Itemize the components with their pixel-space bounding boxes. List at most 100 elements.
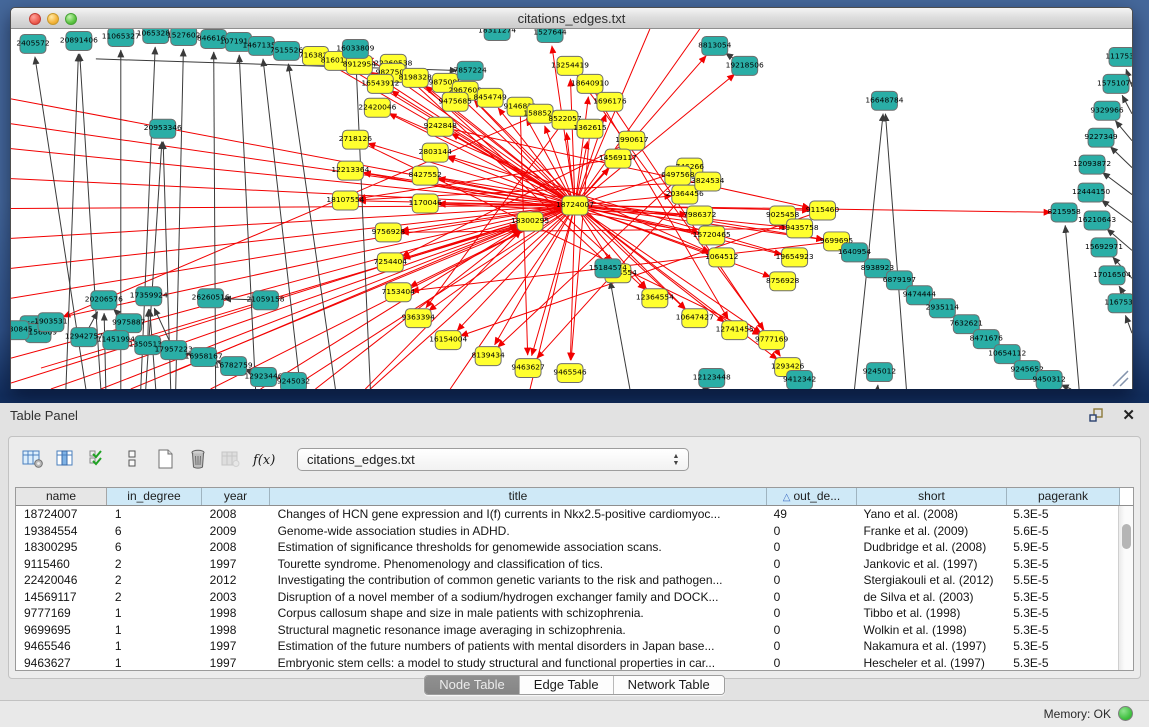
column-header-name[interactable]: name <box>16 488 107 505</box>
scrollbar-thumb[interactable] <box>1122 524 1131 549</box>
graph-node[interactable]: 18311274 <box>478 29 516 40</box>
graph-node[interactable]: 14569117 <box>599 149 637 168</box>
table-cell[interactable]: 49 <box>766 506 856 523</box>
graph-node[interactable]: 1640954 <box>838 243 872 262</box>
table-cell[interactable]: 0 <box>766 572 856 589</box>
graph-node[interactable]: 9245032 <box>277 373 310 389</box>
graph-node[interactable]: 2935114 <box>926 299 960 318</box>
table-cell[interactable]: 0 <box>766 523 856 540</box>
graph-node[interactable]: 9227349 <box>1084 128 1118 147</box>
graph-node[interactable]: 19218506 <box>726 56 764 75</box>
table-cell[interactable]: Genome-wide association studies in ADHD. <box>270 523 766 540</box>
table-cell[interactable]: 0 <box>766 605 856 622</box>
table-cell[interactable]: 2009 <box>202 523 270 540</box>
graph-node[interactable]: 18640910 <box>571 74 609 93</box>
table-cell[interactable]: Estimation of the future numbers of pati… <box>270 638 766 655</box>
table-cell[interactable]: Stergiakouli et al. (2012) <box>855 572 1005 589</box>
graph-node[interactable]: 9756928 <box>372 223 406 242</box>
graph-node[interactable]: 12444150 <box>1072 183 1110 202</box>
table-cell[interactable]: 9463627 <box>16 655 107 672</box>
graph-node[interactable]: 15751074 <box>1097 74 1132 93</box>
graph-node[interactable]: 16210643 <box>1078 211 1116 230</box>
table-row[interactable]: 911546021997Tourette syndrome. Phenomeno… <box>16 556 1118 573</box>
graph-node[interactable]: 9450312 <box>1033 371 1066 389</box>
resize-grip-icon[interactable] <box>1113 371 1128 386</box>
column-header-in_degree[interactable]: in_degree <box>107 488 202 505</box>
table-cell[interactable]: 5.3E-5 <box>1005 638 1118 655</box>
column-header-pagerank[interactable]: pagerank <box>1007 488 1120 505</box>
table-row[interactable]: 969969511998Structural magnetic resonanc… <box>16 622 1118 639</box>
table-cell[interactable]: 2 <box>107 572 202 589</box>
table-row[interactable]: 977716911998Corpus callosum shape and si… <box>16 605 1118 622</box>
graph-node[interactable]: 17016504 <box>1093 266 1131 285</box>
table-cell[interactable]: 2008 <box>202 539 270 556</box>
column-header-out_de[interactable]: △out_de... <box>767 488 857 505</box>
graph-node[interactable]: 19654923 <box>776 248 814 267</box>
graph-node[interactable]: 1117534 <box>1105 47 1132 66</box>
graph-node[interactable]: 17359924 <box>130 287 168 306</box>
table-cell[interactable]: Hescheler et al. (1997) <box>855 655 1005 672</box>
graph-node[interactable]: 12213364 <box>331 161 369 180</box>
vertical-scrollbar[interactable] <box>1118 506 1133 670</box>
graph-node[interactable]: 1696176 <box>593 92 627 111</box>
table-cell[interactable]: 1 <box>107 605 202 622</box>
table-cell[interactable]: 2008 <box>202 506 270 523</box>
table-cell[interactable]: Wolkin et al. (1998) <box>855 622 1005 639</box>
table-cell[interactable]: 18300295 <box>16 539 107 556</box>
delete-table-icon[interactable] <box>184 446 212 472</box>
graph-node[interactable]: 9975887 <box>112 314 146 333</box>
table-cell[interactable]: 1998 <box>202 622 270 639</box>
table-cell[interactable]: 0 <box>766 622 856 639</box>
table-cell[interactable]: 2012 <box>202 572 270 589</box>
table-cell[interactable]: 1 <box>107 622 202 639</box>
graph-node[interactable]: 9412342 <box>783 371 816 389</box>
table-cell[interactable]: 5.3E-5 <box>1005 589 1118 606</box>
table-cell[interactable]: 2003 <box>202 589 270 606</box>
show-column-icon[interactable] <box>52 446 80 472</box>
table-row[interactable]: 1872400712008Changes of HCN gene express… <box>16 506 1118 523</box>
table-cell[interactable]: 5.3E-5 <box>1005 556 1118 573</box>
table-cell[interactable]: 1997 <box>202 638 270 655</box>
table-cell[interactable]: 9465546 <box>16 638 107 655</box>
graph-node[interactable]: 2718126 <box>339 130 373 149</box>
graph-node[interactable]: 20953346 <box>144 119 182 138</box>
table-cell[interactable]: 0 <box>766 655 856 672</box>
graph-node[interactable]: 8756928 <box>766 272 800 291</box>
table-cell[interactable]: Jankovic et al. (1997) <box>855 556 1005 573</box>
graph-node[interactable]: 26260516 <box>192 289 230 308</box>
column-header-title[interactable]: title <box>270 488 767 505</box>
graph-node[interactable]: 16154004 <box>429 331 467 350</box>
graph-node[interactable]: 12123448 <box>693 369 731 388</box>
graph-node[interactable]: 3824534 <box>691 172 725 191</box>
table-cell[interactable]: Tibbo et al. (1998) <box>855 605 1005 622</box>
clear-selection-icon[interactable] <box>118 446 146 472</box>
table-cell[interactable]: Yano et al. (2008) <box>855 506 1005 523</box>
table-cell[interactable]: 9115460 <box>16 556 107 573</box>
table-row[interactable]: 1456911722003Disruption of a novel membe… <box>16 589 1118 606</box>
graph-node[interactable]: 9329966 <box>1090 101 1124 120</box>
table-row[interactable]: 1830029562008Estimation of significance … <box>16 539 1118 556</box>
table-cell[interactable]: 0 <box>766 539 856 556</box>
graph-node[interactable]: 8427552 <box>409 166 442 185</box>
table-cell[interactable]: 5.3E-5 <box>1005 622 1118 639</box>
table-cell[interactable]: 14569117 <box>16 589 107 606</box>
table-cell[interactable]: Tourette syndrome. Phenomenology and cla… <box>270 556 766 573</box>
table-cell[interactable]: 5.9E-5 <box>1005 539 1118 556</box>
table-cell[interactable]: 9777169 <box>16 605 107 622</box>
graph-node[interactable]: 8139434 <box>472 347 506 366</box>
table-cell[interactable]: 1998 <box>202 605 270 622</box>
tab-edge-table[interactable]: Edge Table <box>520 676 614 694</box>
window-titlebar[interactable]: citations_edges.txt <box>11 8 1132 29</box>
table-cell[interactable]: 0 <box>766 556 856 573</box>
function-builder-icon[interactable]: f(x) <box>250 446 278 472</box>
table-settings-icon[interactable] <box>19 446 47 472</box>
table-cell[interactable]: Dudbridge et al. (2008) <box>855 539 1005 556</box>
graph-node[interactable]: 2803144 <box>419 143 453 162</box>
table-cell[interactable]: 2 <box>107 589 202 606</box>
graph-node[interactable]: 8813054 <box>698 36 732 55</box>
graph-node[interactable]: 7986372 <box>683 206 716 225</box>
graph-node[interactable]: 6497568 <box>661 166 695 185</box>
table-cell[interactable]: Embryonic stem cells: a model to study s… <box>270 655 766 672</box>
network-canvas[interactable]: 1872400771638228160128891295422260538982… <box>11 29 1132 389</box>
table-cell[interactable]: 6 <box>107 539 202 556</box>
